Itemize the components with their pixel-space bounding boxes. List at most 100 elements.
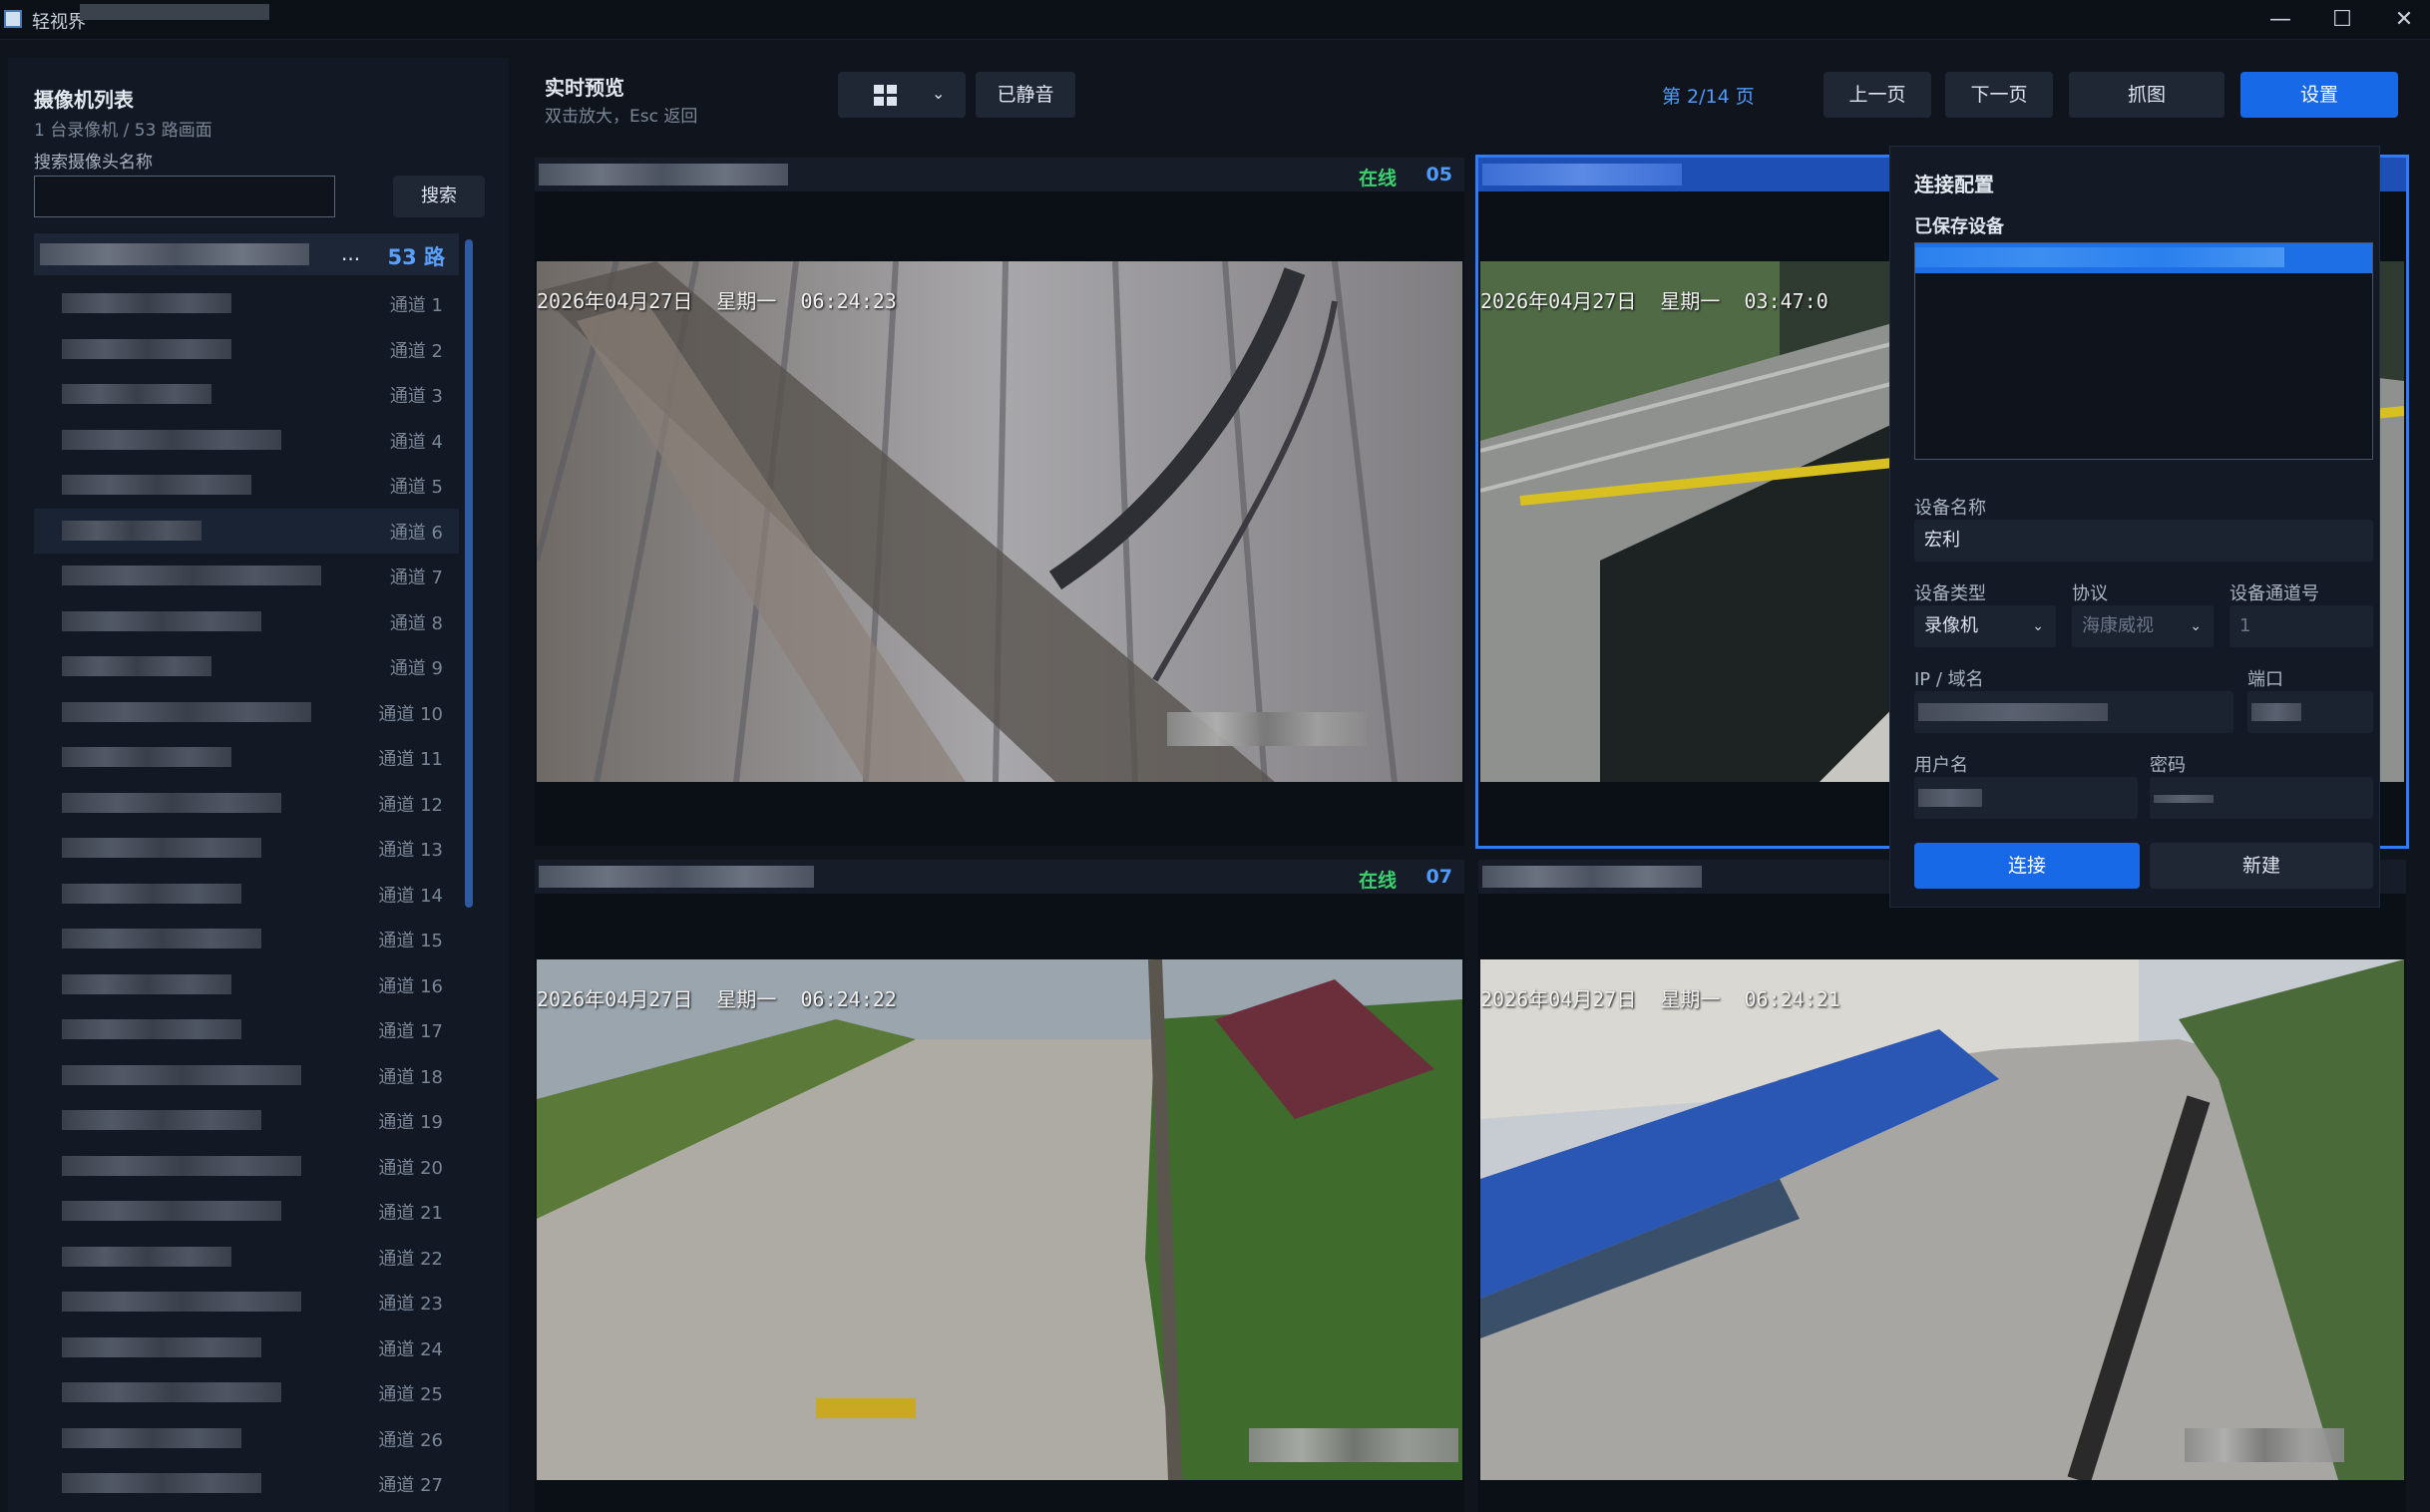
redacted-channel-name bbox=[62, 1155, 301, 1176]
channel-list-item[interactable]: 通道 5 bbox=[34, 463, 459, 509]
video-timestamp: 2026年04月27日 星期一 03:47:0 bbox=[1480, 289, 1828, 313]
redacted-ip bbox=[1918, 703, 2108, 721]
redacted-channel-name bbox=[62, 792, 281, 813]
redacted-camera-name bbox=[539, 164, 788, 186]
nvr-name-ellipsis: ... bbox=[341, 241, 361, 265]
window-title: 轻视界 bbox=[32, 12, 86, 33]
channel-label: 通道 26 bbox=[378, 1429, 443, 1451]
channel-list-item[interactable]: 通道 3 bbox=[34, 372, 459, 418]
channel-list-item[interactable]: 通道 24 bbox=[34, 1325, 459, 1371]
mute-button[interactable]: 已静音 bbox=[976, 72, 1075, 118]
channel-list-item[interactable]: 通道 16 bbox=[34, 962, 459, 1008]
channel-list-item[interactable]: 通道 23 bbox=[34, 1280, 459, 1325]
channel-list-item[interactable]: 通道 10 bbox=[34, 690, 459, 736]
search-label: 搜索摄像头名称 bbox=[34, 153, 153, 173]
redacted-nvr-name bbox=[40, 243, 309, 265]
video-tile[interactable]: 2026年04月27日 星期一 06:24:21 bbox=[1478, 860, 2406, 1512]
redacted-channel-name bbox=[62, 929, 261, 948]
device-type-select[interactable]: 录像机 ⌄ bbox=[1914, 605, 2056, 647]
redacted-channel-name bbox=[62, 338, 231, 359]
protocol-value: 海康威视 bbox=[2082, 615, 2154, 636]
redacted-channel-name bbox=[62, 1201, 281, 1221]
connection-config-panel: 连接配置 已保存设备 设备名称 宏利 设备类型 录像机 ⌄ 协议 海康威视 ⌄ … bbox=[1889, 146, 2380, 908]
saved-devices-list[interactable] bbox=[1914, 242, 2373, 460]
search-button[interactable]: 搜索 bbox=[393, 176, 485, 217]
video-frame-corrugated-wall bbox=[537, 261, 1462, 782]
channel-label: 通道 6 bbox=[389, 522, 443, 544]
port-field[interactable] bbox=[2247, 691, 2373, 733]
redacted-channel-name bbox=[62, 1110, 261, 1130]
redacted-channel-name bbox=[62, 293, 231, 313]
username-label: 用户名 bbox=[1914, 755, 1968, 776]
redacted-channel-name bbox=[62, 1019, 241, 1039]
username-field[interactable] bbox=[1914, 777, 2138, 819]
channel-list-item[interactable]: 通道 15 bbox=[34, 917, 459, 962]
video-tile[interactable]: 在线 05 2026年04月27日 星期一 06:24:23 bbox=[535, 158, 1464, 846]
capture-button[interactable]: 抓图 bbox=[2069, 72, 2225, 118]
channel-list-item[interactable]: 通道 20 bbox=[34, 1144, 459, 1190]
camera-list-sidebar: 摄像机列表 1 台录像机 / 53 路画面 搜索摄像头名称 搜索 ... 53 … bbox=[8, 58, 509, 1512]
connect-button[interactable]: 连接 bbox=[1914, 843, 2140, 889]
password-field[interactable] bbox=[2150, 777, 2373, 819]
channel-list-item[interactable]: 通道 14 bbox=[34, 872, 459, 918]
channel-number-field[interactable]: 1 bbox=[2229, 605, 2373, 647]
prev-page-button[interactable]: 上一页 bbox=[1823, 72, 1931, 118]
protocol-select[interactable]: 海康威视 ⌄ bbox=[2072, 605, 2214, 647]
redacted-camera-name bbox=[1482, 866, 1702, 888]
channel-list-item[interactable]: 通道 8 bbox=[34, 599, 459, 645]
ip-field[interactable] bbox=[1914, 691, 2233, 733]
channel-list-item[interactable]: 通道 27 bbox=[34, 1461, 459, 1507]
settings-button[interactable]: 设置 bbox=[2240, 72, 2398, 118]
new-device-button[interactable]: 新建 bbox=[2150, 843, 2373, 889]
nvr-item[interactable]: ... 53 路 bbox=[34, 233, 459, 275]
saved-device-item[interactable] bbox=[1915, 243, 2372, 273]
sidebar-title: 摄像机列表 bbox=[34, 88, 134, 112]
video-tile[interactable]: 在线 07 2026年04月27日 星期一 06:24:22 bbox=[535, 860, 1464, 1512]
redacted-channel-name bbox=[62, 610, 261, 631]
channel-list-item[interactable]: 通道 22 bbox=[34, 1235, 459, 1281]
close-button[interactable]: ✕ bbox=[2374, 4, 2430, 36]
layout-selector[interactable]: ⌄ bbox=[838, 72, 966, 118]
channel-list-item[interactable]: 通道 18 bbox=[34, 1053, 459, 1099]
channel-list-item[interactable]: 通道 13 bbox=[34, 826, 459, 872]
device-name-field[interactable]: 宏利 bbox=[1914, 520, 2373, 562]
redacted-channel-name bbox=[62, 1336, 261, 1357]
redacted-title-text bbox=[80, 4, 269, 20]
tile-number: 07 bbox=[1425, 866, 1452, 888]
video-timestamp: 2026年04月27日 星期一 06:24:23 bbox=[537, 289, 897, 313]
channel-label: 通道 25 bbox=[378, 1384, 443, 1405]
channel-list-item[interactable]: 通道 11 bbox=[34, 735, 459, 781]
channel-label: 通道 19 bbox=[378, 1112, 443, 1133]
channel-list-item[interactable]: 通道 25 bbox=[34, 1370, 459, 1416]
channel-list-item[interactable]: 通道 6 bbox=[34, 508, 459, 554]
channel-label: 通道 2 bbox=[389, 340, 443, 362]
channel-list-item[interactable]: 通道 17 bbox=[34, 1007, 459, 1053]
channel-label: 通道 27 bbox=[378, 1475, 443, 1496]
channel-list-item[interactable]: 通道 4 bbox=[34, 418, 459, 464]
channel-list-item[interactable]: 通道 12 bbox=[34, 781, 459, 827]
chevron-down-icon: ⌄ bbox=[2190, 618, 2202, 634]
channel-list-item[interactable]: 通道 1 bbox=[34, 281, 459, 327]
next-page-button[interactable]: 下一页 bbox=[1945, 72, 2053, 118]
maximize-button[interactable]: ☐ bbox=[2312, 4, 2372, 36]
redacted-channel-name bbox=[62, 747, 231, 767]
channel-list-item[interactable]: 通道 7 bbox=[34, 554, 459, 599]
channel-list-item[interactable]: 通道 2 bbox=[34, 327, 459, 373]
title-bar: 轻视界 — ☐ ✕ bbox=[0, 0, 2430, 40]
redacted-channel-name bbox=[62, 429, 281, 450]
tile-header: 在线 07 bbox=[535, 860, 1464, 894]
device-name-label: 设备名称 bbox=[1914, 498, 1986, 519]
sidebar-scrollbar[interactable] bbox=[465, 239, 473, 908]
channel-list-item[interactable]: 通道 26 bbox=[34, 1416, 459, 1462]
minimize-button[interactable]: — bbox=[2250, 4, 2310, 36]
channel-list-item[interactable]: 通道 21 bbox=[34, 1189, 459, 1235]
redacted-device-name bbox=[1915, 247, 2284, 267]
preview-subtitle: 双击放大，Esc 返回 bbox=[545, 107, 698, 127]
nvr-channel-count: 53 路 bbox=[387, 245, 445, 269]
channel-list-item[interactable]: 通道 9 bbox=[34, 644, 459, 690]
channel-label: 通道 9 bbox=[389, 658, 443, 679]
search-input[interactable] bbox=[34, 176, 335, 217]
redacted-channel-name bbox=[62, 384, 211, 404]
channel-list-item[interactable]: 通道 19 bbox=[34, 1098, 459, 1144]
redacted-channel-name bbox=[62, 1064, 301, 1085]
